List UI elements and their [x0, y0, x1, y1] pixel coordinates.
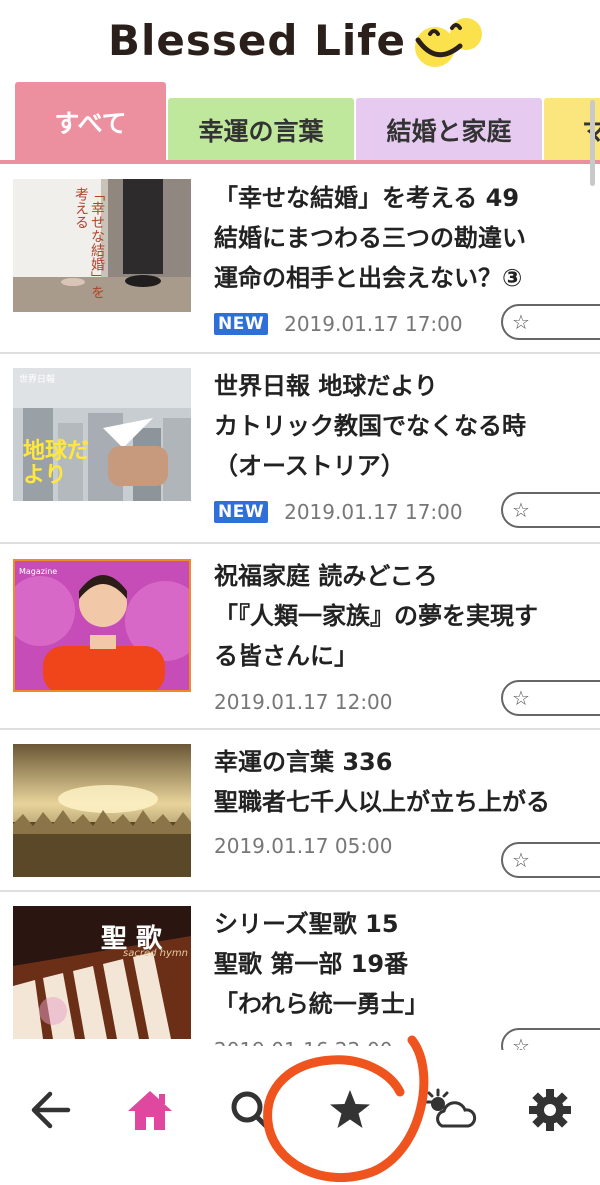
- article-list: 「幸せな結婚」を考える 「幸せな結婚」を考える 49 結婚にまつわる三つの勘違い…: [0, 166, 600, 1046]
- article-title: 幸運の言葉 336 聖職者七千人以上が立ち上がる: [214, 742, 600, 822]
- thumbnail-publisher: 世界日報: [19, 375, 56, 385]
- article-item[interactable]: 「幸せな結婚」を考える 「幸せな結婚」を考える 49 結婚にまつわる三つの勘違い…: [0, 166, 600, 354]
- star-outline-icon: ☆: [512, 686, 530, 710]
- title-line: 「幸せな結婚」を考える 49: [214, 184, 520, 212]
- article-title: 「幸せな結婚」を考える 49 結婚にまつわる三つの勘違い 運命の相手と出会えない…: [214, 178, 600, 298]
- article-thumbnail: Magazine: [13, 559, 191, 692]
- back-arrow-icon: [31, 1091, 71, 1129]
- title-line: シリーズ聖歌 15: [214, 910, 399, 938]
- article-date: 2019.01.17 17:00: [284, 312, 463, 336]
- article-date: 2019.01.16 22:00: [214, 1038, 393, 1046]
- article-meta: 2019.01.17 12:00: [214, 690, 393, 714]
- tab-marriage-family[interactable]: 結婚と家庭: [356, 98, 542, 162]
- article-date: 2019.01.17 12:00: [214, 690, 393, 714]
- tab-all[interactable]: すべて: [15, 82, 166, 162]
- search-icon: [231, 1091, 273, 1133]
- article-thumbnail: 聖 歌 sacred hymn: [13, 906, 191, 1039]
- bottom-navigation: [0, 1050, 600, 1185]
- article-title: 世界日報 地球だより カトリック教国でなくなる時 （オーストリア）: [214, 366, 600, 486]
- smile-logo-icon: [414, 18, 482, 67]
- tab-underline: [0, 160, 600, 164]
- favorite-button[interactable]: ☆: [501, 680, 600, 716]
- tab-lucky-words[interactable]: 幸運の言葉: [168, 98, 354, 162]
- article-meta: NEW 2019.01.17 17:00: [214, 500, 463, 524]
- title-line: 「われら統一勇士」: [214, 990, 429, 1018]
- title-line: カトリック教国でなくなる時: [214, 412, 526, 440]
- article-date: 2019.01.17 17:00: [284, 500, 463, 524]
- weather-icon: [424, 1088, 477, 1128]
- star-outline-icon: ☆: [512, 310, 530, 334]
- settings-button[interactable]: [520, 1080, 580, 1140]
- title-line: 「『人類一家族』の夢を実現す: [214, 602, 538, 630]
- title-line: る皆さんに」: [214, 642, 358, 670]
- favorite-button[interactable]: ☆: [501, 492, 600, 528]
- app-header: Blessed Life: [0, 0, 600, 80]
- back-button[interactable]: [20, 1080, 80, 1140]
- favorites-button[interactable]: [320, 1080, 380, 1140]
- reeds-photo-image: [13, 744, 191, 877]
- thumbnail-subcaption: sacred hymn: [123, 948, 188, 959]
- article-title: 祝福家庭 読みどころ 「『人類一家族』の夢を実現す る皆さんに」: [214, 556, 600, 676]
- article-title: シリーズ聖歌 15 聖歌 第一部 19番 「われら統一勇士」: [214, 904, 600, 1024]
- article-meta: NEW 2019.01.17 17:00: [214, 312, 463, 336]
- thumbnail-caption: 地球だより: [23, 439, 90, 488]
- category-tabs: すべて 幸運の言葉 結婚と家庭 マ: [0, 82, 600, 166]
- title-line: 世界日報 地球だより: [214, 372, 438, 400]
- home-button[interactable]: [120, 1080, 180, 1140]
- favorite-button[interactable]: ☆: [501, 304, 600, 340]
- title-line: 聖職者七千人以上が立ち上がる: [214, 788, 550, 816]
- article-date: 2019.01.17 05:00: [214, 834, 393, 858]
- new-badge: NEW: [214, 313, 269, 335]
- article-meta: 2019.01.17 05:00: [214, 834, 393, 858]
- favorites-star-icon: [330, 1090, 370, 1128]
- weather-button[interactable]: [420, 1080, 480, 1140]
- speaker-photo-image: [15, 561, 189, 690]
- favorite-button[interactable]: ☆: [501, 842, 600, 878]
- thumbnail-label: Magazine: [19, 567, 58, 576]
- article-item[interactable]: 世界日報 地球だより 世界日報 地球だより カトリック教国でなくなる時 （オース…: [0, 354, 600, 544]
- settings-gear-icon: [529, 1089, 571, 1131]
- home-icon: [128, 1091, 172, 1130]
- logo-text: Blessed Life: [108, 15, 406, 65]
- article-thumbnail: [13, 744, 191, 877]
- article-item[interactable]: 聖 歌 sacred hymn シリーズ聖歌 15 聖歌 第一部 19番 「われ…: [0, 892, 600, 1046]
- title-line: 聖歌 第一部 19番: [214, 950, 409, 978]
- title-line: 幸運の言葉 336: [214, 748, 393, 776]
- title-line: 結婚にまつわる三つの勘違い: [214, 224, 526, 252]
- app-logo: Blessed Life: [108, 10, 492, 70]
- article-thumbnail: 世界日報 地球だより: [13, 368, 191, 501]
- title-line: 祝福家庭 読みどころ: [214, 562, 438, 590]
- title-line: （オーストリア）: [214, 452, 405, 480]
- star-outline-icon: ☆: [512, 848, 530, 872]
- article-thumbnail: 「幸せな結婚」を考える: [13, 179, 191, 312]
- new-badge: NEW: [214, 501, 269, 523]
- article-item[interactable]: 幸運の言葉 336 聖職者七千人以上が立ち上がる 2019.01.17 05:0…: [0, 730, 600, 892]
- thumbnail-caption: 「幸せな結婚」を考える: [73, 187, 105, 299]
- search-button[interactable]: [220, 1080, 280, 1140]
- article-item[interactable]: Magazine 祝福家庭 読みどころ 「『人類一家族』の夢を実現す る皆さんに…: [0, 544, 600, 730]
- title-line: 運命の相手と出会えない？③: [214, 264, 523, 292]
- article-meta: 2019.01.16 22:00: [214, 1038, 393, 1046]
- star-outline-icon: ☆: [512, 498, 530, 522]
